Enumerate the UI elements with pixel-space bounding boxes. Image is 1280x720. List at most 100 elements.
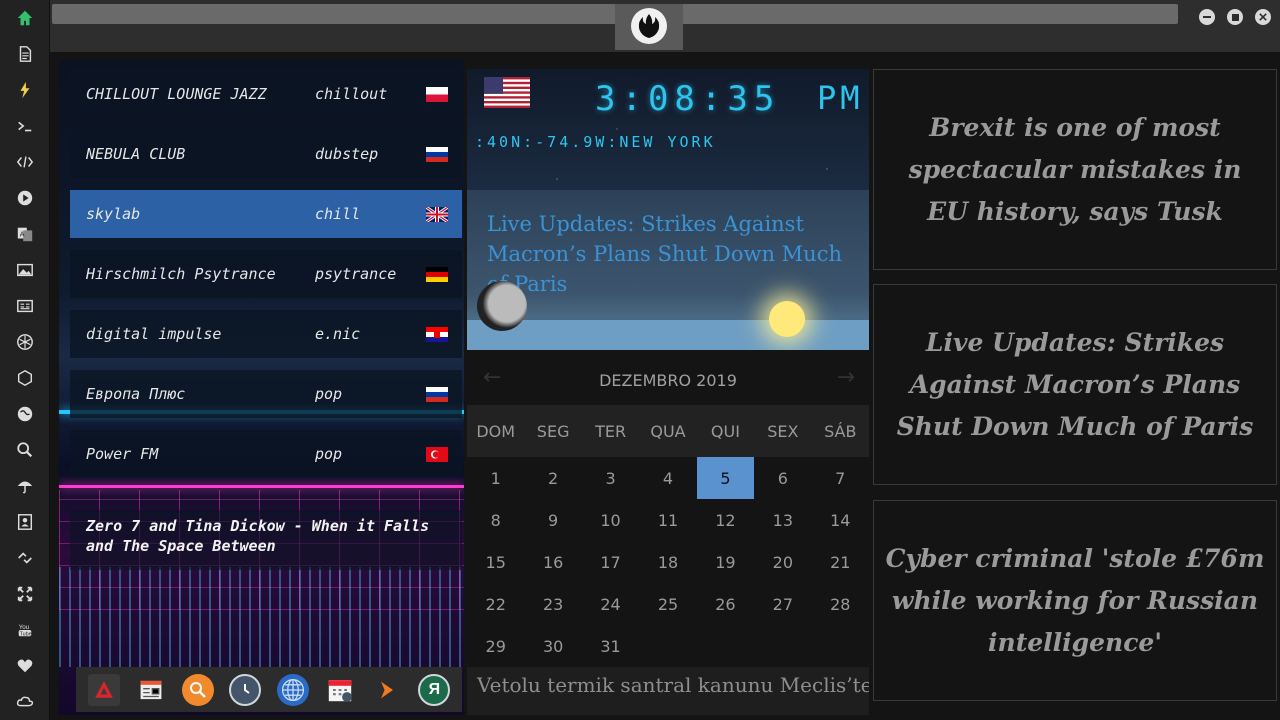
svg-text:A: A bbox=[20, 230, 25, 239]
calendar-day[interactable]: 14 bbox=[812, 499, 869, 541]
news-card[interactable]: Live Updates: Strikes Against Macron’s P… bbox=[873, 284, 1277, 485]
calendar-day[interactable]: 4 bbox=[639, 457, 696, 499]
youtube-icon[interactable]: You Tube bbox=[14, 619, 36, 641]
station-name: CHILLOUT LOUNGE JAZZ bbox=[86, 85, 267, 103]
calendar-day[interactable]: 9 bbox=[524, 499, 581, 541]
station-row[interactable]: digital impulse e.nic bbox=[70, 310, 462, 358]
calendar-app-icon[interactable] bbox=[324, 674, 356, 706]
calendar-day[interactable]: 18 bbox=[639, 541, 696, 583]
search-icon[interactable] bbox=[14, 439, 36, 461]
station-row[interactable]: Hirschmilch Psytrance psytrance bbox=[70, 250, 462, 298]
news-ticker[interactable]: Vetolu termik santral kanunu Meclis’ten bbox=[467, 667, 869, 715]
russia-flag-icon bbox=[426, 386, 448, 402]
station-row[interactable]: Power FM pop bbox=[70, 430, 462, 478]
calendar-day[interactable]: 27 bbox=[754, 583, 811, 625]
expand-icon[interactable] bbox=[14, 583, 36, 605]
station-row-active[interactable]: skylab chill bbox=[70, 190, 462, 238]
contacts-icon[interactable] bbox=[14, 511, 36, 533]
heart-icon[interactable] bbox=[14, 655, 36, 677]
weekday-label: SEX bbox=[767, 421, 799, 441]
calendar-day[interactable]: 29 bbox=[467, 625, 524, 667]
maximize-button[interactable] bbox=[1227, 9, 1243, 25]
calendar-day[interactable]: 11 bbox=[639, 499, 696, 541]
calendar-day[interactable]: 30 bbox=[524, 625, 581, 667]
forward-app-icon[interactable] bbox=[371, 674, 403, 706]
weekday-label: DOM bbox=[476, 421, 516, 441]
calendar-header: ← DEZEMBRO 2019 → bbox=[467, 355, 869, 405]
calendar-day[interactable]: 17 bbox=[582, 541, 639, 583]
yandex-app-icon[interactable]: Я bbox=[418, 673, 451, 706]
calendar-day[interactable]: 3 bbox=[582, 457, 639, 499]
umbrella-icon[interactable] bbox=[14, 475, 36, 497]
image-icon[interactable] bbox=[14, 259, 36, 281]
croatia-flag-icon bbox=[426, 326, 448, 342]
calendar-day[interactable]: 5 bbox=[696, 457, 755, 499]
clock-ampm: PM bbox=[817, 79, 864, 117]
link-icon[interactable] bbox=[14, 547, 36, 569]
station-genre: chillout bbox=[315, 85, 388, 103]
calendar-day[interactable]: 12 bbox=[697, 499, 754, 541]
calendar-day[interactable]: 8 bbox=[467, 499, 524, 541]
logo-tab[interactable] bbox=[615, 4, 683, 50]
usa-flag-icon bbox=[484, 77, 530, 108]
station-genre: chill bbox=[315, 205, 361, 223]
news-headline: Cyber criminal 'stole £76m while working… bbox=[885, 543, 1265, 657]
close-button[interactable] bbox=[1255, 9, 1271, 25]
minimize-button[interactable] bbox=[1199, 9, 1215, 25]
document-icon[interactable] bbox=[14, 43, 36, 65]
calendar-day[interactable]: 6 bbox=[754, 457, 811, 499]
calendar-day[interactable]: 25 bbox=[639, 583, 696, 625]
clock-time: 3:08:35 bbox=[595, 79, 781, 119]
calendar-day[interactable]: 10 bbox=[582, 499, 639, 541]
globe-icon[interactable] bbox=[14, 403, 36, 425]
translate-icon[interactable]: A bbox=[14, 223, 36, 245]
station-row[interactable]: NEBULA CLUB dubstep bbox=[70, 130, 462, 178]
lightning-icon[interactable] bbox=[14, 79, 36, 101]
now-playing: Zero 7 and Tina Dickow - When it Falls a… bbox=[70, 510, 462, 570]
calendar-day[interactable]: 15 bbox=[467, 541, 524, 583]
browser-app-icon[interactable] bbox=[276, 673, 309, 706]
station-name: digital impulse bbox=[86, 325, 222, 343]
play-icon[interactable] bbox=[14, 187, 36, 209]
calendar-day[interactable]: 22 bbox=[467, 583, 524, 625]
calendar-day[interactable]: 20 bbox=[754, 541, 811, 583]
clock-app-icon[interactable] bbox=[229, 673, 262, 706]
search-app-icon[interactable] bbox=[182, 673, 215, 706]
rebel-alliance-logo-icon bbox=[631, 8, 667, 44]
station-row[interactable]: CHILLOUT LOUNGE JAZZ chillout bbox=[70, 70, 462, 118]
station-name: skylab bbox=[86, 205, 141, 223]
home-icon[interactable] bbox=[14, 7, 36, 29]
clock-headline-link[interactable]: Live Updates: Strikes Against Macron’s P… bbox=[487, 209, 847, 299]
calendar-day[interactable]: 24 bbox=[582, 583, 639, 625]
cloud-icon[interactable] bbox=[14, 691, 36, 713]
calendar-day[interactable]: 26 bbox=[697, 583, 754, 625]
calendar-day[interactable]: 31 bbox=[582, 625, 639, 667]
calendar-day[interactable]: 23 bbox=[524, 583, 581, 625]
hexagon-icon[interactable] bbox=[14, 367, 36, 389]
prev-month-arrow-icon[interactable]: ← bbox=[483, 365, 501, 390]
calendar-day[interactable]: 21 bbox=[812, 541, 869, 583]
poland-flag-icon bbox=[426, 86, 448, 102]
news-reader-app-icon[interactable] bbox=[135, 674, 167, 706]
radio-panel: CHILLOUT LOUNGE JAZZ chillout NEBULA CLU… bbox=[59, 60, 464, 715]
calendar-day[interactable]: 1 bbox=[467, 457, 524, 499]
news-icon[interactable] bbox=[14, 295, 36, 317]
artix-app-icon[interactable] bbox=[87, 673, 120, 706]
news-card[interactable]: Brexit is one of most spectacular mistak… bbox=[873, 69, 1277, 270]
calendar-day[interactable]: 7 bbox=[812, 457, 869, 499]
next-month-arrow-icon[interactable]: → bbox=[837, 365, 855, 390]
calendar-day[interactable]: 13 bbox=[754, 499, 811, 541]
weekday-label: SÁB bbox=[824, 421, 857, 441]
uk-flag-icon bbox=[426, 206, 448, 222]
app-sidebar: A You Tube bbox=[0, 0, 50, 720]
calendar-day[interactable]: 28 bbox=[812, 583, 869, 625]
terminal-icon[interactable] bbox=[14, 115, 36, 137]
calendar-day[interactable]: 16 bbox=[524, 541, 581, 583]
station-row[interactable]: Европа Плюс pop bbox=[70, 370, 462, 418]
code-icon[interactable] bbox=[14, 151, 36, 173]
calendar-day[interactable]: 2 bbox=[524, 457, 581, 499]
rebel-icon[interactable] bbox=[14, 331, 36, 353]
calendar-day[interactable]: 19 bbox=[697, 541, 754, 583]
news-card[interactable]: Cyber criminal 'stole £76m while working… bbox=[873, 500, 1277, 701]
moon-icon bbox=[477, 281, 527, 331]
